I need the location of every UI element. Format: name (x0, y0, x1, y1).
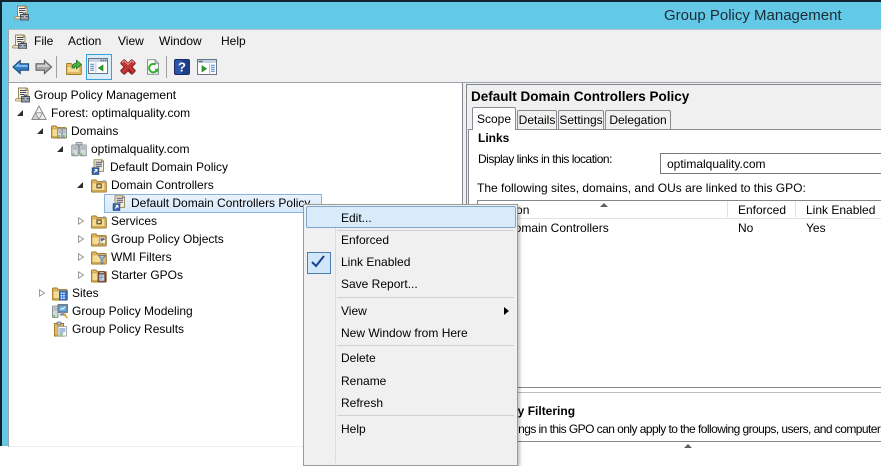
svg-text:?: ? (178, 60, 186, 75)
